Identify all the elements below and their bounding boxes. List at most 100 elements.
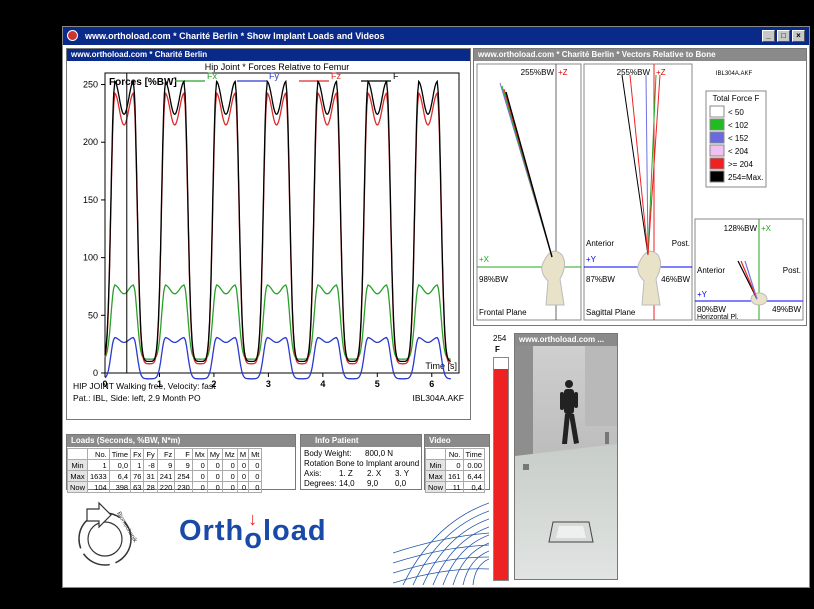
force-bar-fill xyxy=(494,369,508,580)
legend-label: Fz xyxy=(331,71,341,81)
loads-column-header: Fy xyxy=(143,448,158,460)
loads-cell: 0 xyxy=(221,481,238,493)
y-tick-label: 100 xyxy=(83,253,98,263)
femur-section xyxy=(750,292,768,306)
degrees-label: Degrees: xyxy=(304,479,337,488)
frontal-top-label: 255%BW xyxy=(521,68,555,77)
legend-label: Fx xyxy=(207,71,217,81)
loads-cell: 241 xyxy=(156,470,176,482)
y-tick-label: 150 xyxy=(83,195,98,205)
body-weight-label: Body Weight: xyxy=(304,449,352,458)
video-cell: 11 xyxy=(445,481,464,493)
chart-caption-line2: Pat.: IBL, Side: left, 2.9 Month PO xyxy=(73,393,201,403)
loads-cell: 0 xyxy=(191,481,208,493)
x-tick-label: 6 xyxy=(429,379,434,389)
forces-panel-header: www.orthoload.com * Charité Berlin xyxy=(67,49,470,61)
horizontal-bottom-left: 80%BW xyxy=(697,305,726,314)
loads-column-header: Mt xyxy=(248,448,263,460)
legend-swatch xyxy=(709,118,725,131)
video-panel-header: www.orthoload.com ... xyxy=(515,334,617,346)
close-button[interactable]: × xyxy=(792,30,805,42)
sagittal-bottom-right: 46%BW xyxy=(661,275,690,284)
rotation-text: Rotation Bone to Implant around xyxy=(304,459,420,468)
title-bar[interactable]: www.orthoload.com * Charité Berlin * Sho… xyxy=(63,27,809,45)
forces-chart: Hip Joint * Forces Relative to FemurForc… xyxy=(83,62,460,389)
maximize-button[interactable]: □ xyxy=(777,30,790,42)
legend-title: Total Force F xyxy=(713,94,760,103)
legend-item-label: < 204 xyxy=(728,147,749,156)
orthoload-arrow-icon: ↓ xyxy=(248,509,259,529)
chart-caption-line1: HIP JOINT Walking free, Velocity: fast xyxy=(73,381,216,391)
loads-cell: 0 xyxy=(206,470,223,482)
app-icon[interactable] xyxy=(67,30,78,41)
loads-cell: 31 xyxy=(143,470,158,482)
loads-cell: 1 xyxy=(130,459,145,471)
video-row: Max 161 6,44 xyxy=(424,470,485,482)
orthoload-logo: Ortho ↓ load xyxy=(179,509,327,555)
y-tick-label: 250 xyxy=(83,80,98,90)
biomechanik-logo: Biomechanik xyxy=(78,501,138,566)
legend-swatch xyxy=(709,157,725,170)
legend-item-label: < 50 xyxy=(728,108,744,117)
vectors-file-name: IBL304A.AKF xyxy=(716,71,753,77)
video-column-header: Time xyxy=(462,448,485,460)
loads-cell: 6,4 xyxy=(108,470,132,482)
legend-swatch xyxy=(709,105,725,118)
video-cell: 0,4 xyxy=(462,481,485,493)
loads-column-header: Fz xyxy=(156,448,176,460)
biomechanik-ring-text: Biomechanik xyxy=(115,511,138,545)
series-line-fz xyxy=(104,91,451,365)
loads-column-header: M xyxy=(236,448,250,460)
minimize-button[interactable]: _ xyxy=(762,30,775,42)
legend-swatch xyxy=(709,131,725,144)
force-bar-label: F xyxy=(495,345,500,354)
video-row-label: Now xyxy=(424,481,447,493)
x-tick-label: 5 xyxy=(375,379,380,389)
loads-column-header: Time xyxy=(108,448,132,460)
degree-value-3: 0,0 xyxy=(395,479,407,488)
video-cell: 161 xyxy=(445,470,464,482)
loads-cell: 76 xyxy=(130,470,145,482)
info-patient-header: Info Patient xyxy=(301,435,421,447)
loads-cell: 0 xyxy=(236,459,250,471)
walking-video-frame[interactable] xyxy=(515,346,617,579)
loads-cell: 1633 xyxy=(87,470,110,482)
loads-cell: 0 xyxy=(191,470,208,482)
loads-column-header: My xyxy=(206,448,223,460)
loads-cell: 254 xyxy=(174,470,193,482)
horizontal-posterior-label: Post. xyxy=(783,266,801,275)
axis-label: Axis: xyxy=(304,469,322,478)
loads-column-header: No. xyxy=(87,448,110,460)
y-tick-label: 50 xyxy=(88,310,98,320)
loads-cell: 0 xyxy=(206,459,223,471)
forces-panel: www.orthoload.com * Charité Berlin Hip J… xyxy=(66,48,471,420)
sagittal-posterior-label: Post. xyxy=(672,239,690,248)
x-tick-label: 4 xyxy=(320,379,325,389)
loads-panel: Loads (Seconds, %BW, N*m) No. Time Fx Fy Fz F… xyxy=(66,434,296,493)
legend-item-label: < 102 xyxy=(728,121,749,130)
loads-cell: 0 xyxy=(248,470,263,482)
loads-row-label: Max xyxy=(66,470,89,482)
horizontal-plane-label: Horizontal Pl. xyxy=(697,314,739,321)
video-cell: 6,44 xyxy=(462,470,485,482)
loads-cell: -8 xyxy=(143,459,158,471)
loads-column-header: Mx xyxy=(191,448,208,460)
loads-cell: 398 xyxy=(108,481,132,493)
legend-swatch xyxy=(709,170,725,183)
video-row: Now 11 0,4 xyxy=(424,481,485,493)
frontal-plane-label: Frontal Plane xyxy=(479,308,527,317)
loads-cell: 0 xyxy=(191,459,208,471)
loads-column-header: F xyxy=(174,448,193,460)
legend-item-label: >= 204 xyxy=(728,160,753,169)
loads-cell: 1 xyxy=(87,459,110,471)
legend-label: Fy xyxy=(269,71,279,81)
legend-label: F xyxy=(393,71,399,81)
loads-cell: 9 xyxy=(174,459,193,471)
vectors-panel-header: www.orthoload.com * Charité Berlin * Vec… xyxy=(474,49,806,61)
orthoload-logo-left: Orth xyxy=(179,515,245,547)
vectors-panel: www.orthoload.com * Charité Berlin * Vec… xyxy=(473,48,807,326)
loads-panel-header: Loads (Seconds, %BW, N*m) xyxy=(67,435,295,447)
sagittal-axis-top: +Z xyxy=(656,68,666,77)
x-axis-label: Time [s] xyxy=(425,361,457,371)
axis-value-3: 3. Y xyxy=(395,469,410,478)
